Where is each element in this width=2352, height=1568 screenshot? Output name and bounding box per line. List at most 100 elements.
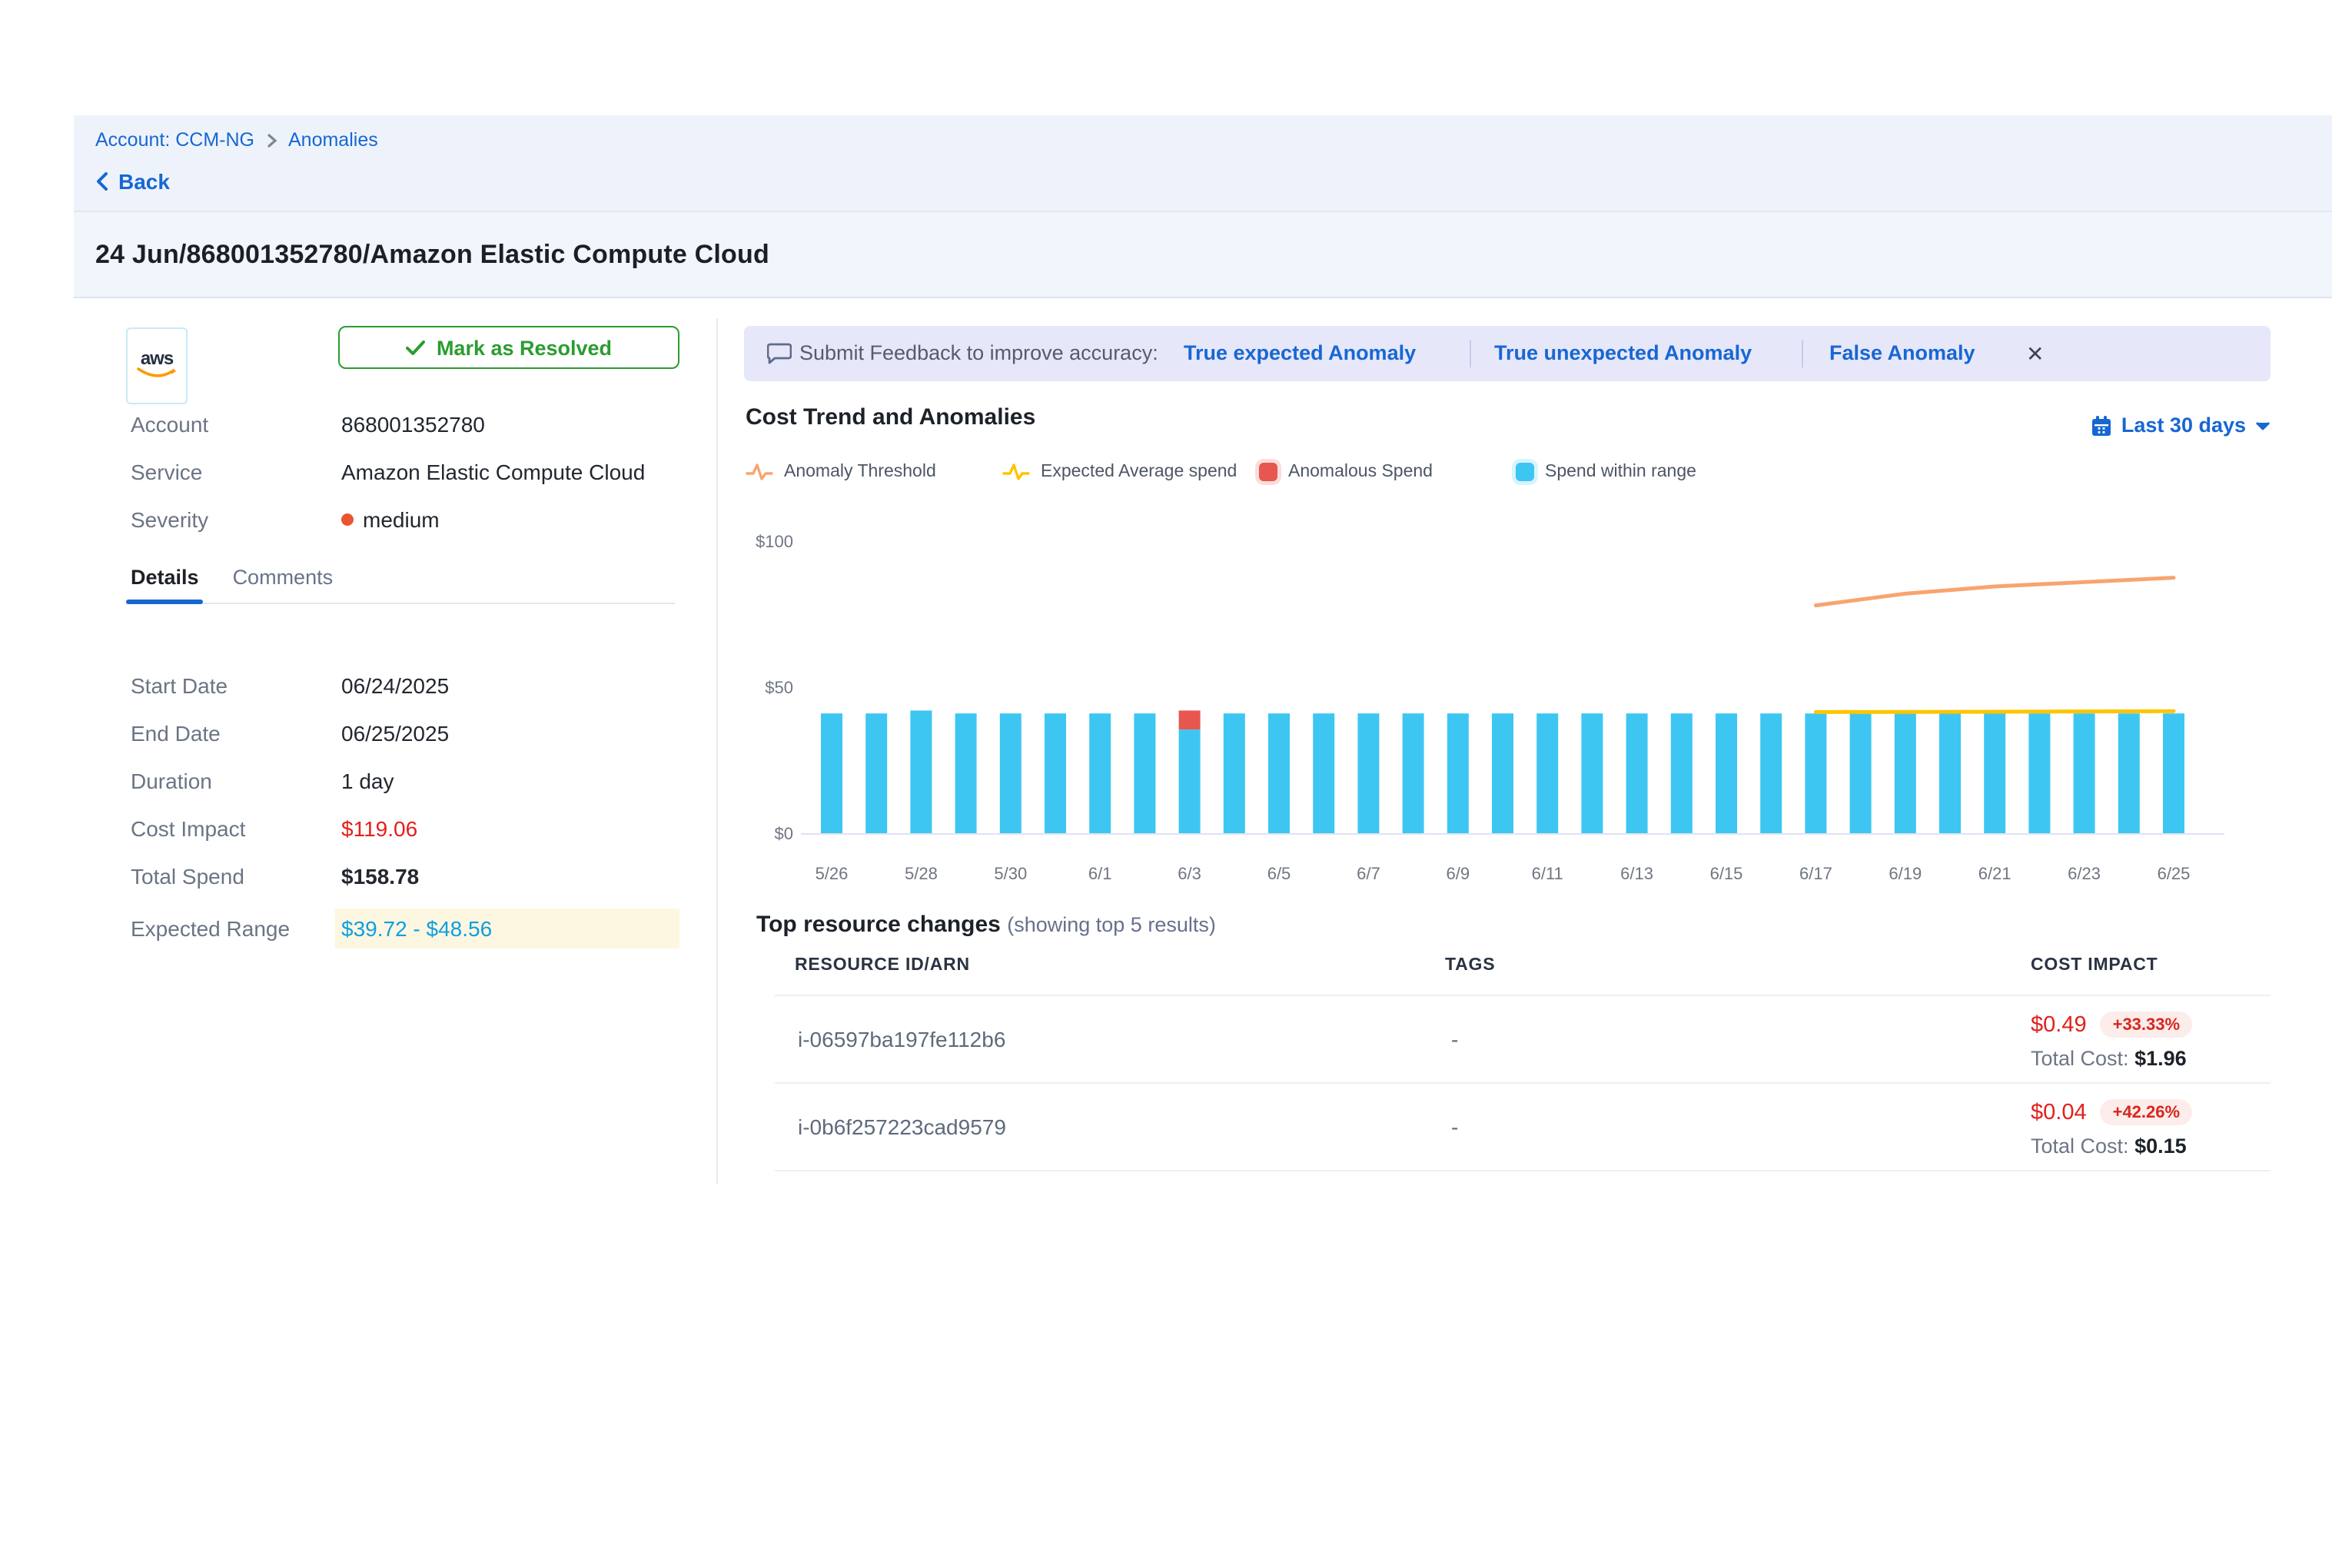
spend-bar bbox=[1000, 713, 1022, 833]
spend-bar bbox=[1403, 713, 1424, 833]
y-axis-tick: $0 bbox=[775, 824, 793, 843]
detail-label: Start Date bbox=[131, 673, 341, 698]
expected-average-spend-line bbox=[1815, 711, 2174, 712]
resource-id: i-0b6f257223cad9579 bbox=[798, 1115, 1006, 1139]
detail-label: Cost Impact bbox=[131, 816, 341, 841]
y-axis-tick: $50 bbox=[765, 678, 793, 697]
legend-item: Anomalous Spend bbox=[1259, 463, 1516, 481]
x-axis-tick: 6/7 bbox=[1357, 864, 1380, 883]
tab-baseline bbox=[126, 603, 675, 604]
x-axis-tick: 6/23 bbox=[2068, 864, 2101, 883]
spend-bar bbox=[1581, 713, 1603, 833]
spend-bar bbox=[1805, 713, 1826, 833]
x-axis-tick: 6/11 bbox=[1532, 864, 1563, 883]
spend-bar bbox=[1179, 729, 1201, 833]
spend-within-range-swatch-icon bbox=[1516, 463, 1534, 481]
feedback-divider bbox=[1470, 340, 1471, 367]
spend-bar bbox=[1224, 713, 1245, 833]
resource-tags: - bbox=[1451, 1027, 1458, 1051]
detail-value: 06/24/2025 bbox=[341, 673, 679, 698]
spend-bar bbox=[2118, 713, 2140, 833]
x-axis-tick: 6/21 bbox=[1978, 864, 2011, 883]
x-axis-tick: 5/26 bbox=[816, 864, 849, 883]
severity-value: medium bbox=[341, 507, 679, 532]
severity-dot-icon bbox=[341, 513, 354, 526]
date-range-label: Last 30 days bbox=[2121, 414, 2246, 437]
legend-item: Expected Average spend bbox=[1002, 461, 1259, 483]
resources-title: Top resource changes bbox=[756, 912, 1001, 938]
detail-row: Duration 1 day bbox=[131, 766, 679, 796]
x-axis-tick: 6/13 bbox=[1620, 864, 1653, 883]
spend-bar bbox=[1939, 713, 1961, 833]
legend-label: Anomaly Threshold bbox=[784, 463, 936, 481]
panel-divider bbox=[716, 318, 718, 1184]
resource-total-cost: Total Cost: $0.15 bbox=[2031, 1134, 2187, 1158]
column-cost-impact: COST IMPACT bbox=[2031, 956, 2158, 975]
spend-bar bbox=[955, 713, 977, 833]
spend-bar bbox=[910, 710, 932, 833]
summary-row: Severitymedium bbox=[131, 504, 679, 535]
summary-value: 868001352780 bbox=[341, 412, 679, 437]
spend-bar bbox=[1089, 713, 1111, 833]
x-axis-tick: 6/3 bbox=[1178, 864, 1201, 883]
calendar-icon bbox=[2091, 414, 2112, 436]
cost-impact-value: $0.49 bbox=[2031, 1012, 2087, 1037]
spend-bar bbox=[1357, 713, 1379, 833]
tab-bar: Details Comments bbox=[131, 566, 333, 589]
tab-comments[interactable]: Comments bbox=[233, 566, 334, 589]
cost-impact-percent-badge: +33.33% bbox=[2101, 1012, 2192, 1038]
tab-details[interactable]: Details bbox=[131, 566, 199, 589]
detail-row: Total Spend $158.78 bbox=[131, 861, 679, 892]
spend-bar bbox=[1447, 713, 1469, 833]
breadcrumb-anomalies-link[interactable]: Anomalies bbox=[288, 129, 378, 151]
title-bar: 24 Jun/868001352780/Amazon Elastic Compu… bbox=[74, 212, 2332, 298]
x-axis-tick: 6/9 bbox=[1447, 864, 1470, 883]
chart-legend: Anomaly Threshold Expected Average spendA… bbox=[746, 460, 1772, 484]
x-axis-tick: 6/25 bbox=[2158, 864, 2191, 883]
summary-value: Amazon Elastic Compute Cloud bbox=[341, 460, 679, 484]
feedback-false-anomaly-button[interactable]: False Anomaly bbox=[1829, 326, 1975, 381]
cost-impact-percent-badge: +42.26% bbox=[2101, 1099, 2192, 1125]
detail-row: Start Date 06/24/2025 bbox=[131, 670, 679, 701]
anomaly-details-page: Account: CCM-NG Anomalies Back 24 Jun/86… bbox=[0, 0, 2352, 1568]
mark-as-resolved-button[interactable]: Mark as Resolved bbox=[338, 326, 679, 369]
spend-bar bbox=[1626, 713, 1648, 833]
back-button[interactable]: Back bbox=[95, 169, 170, 194]
x-axis-tick: 5/30 bbox=[994, 864, 1027, 883]
spend-bar bbox=[2074, 713, 2095, 833]
feedback-true-unexpected-button[interactable]: True unexpected Anomaly bbox=[1494, 326, 1752, 381]
detail-label: Expected Range bbox=[131, 916, 341, 941]
legend-item: Spend within range bbox=[1516, 463, 1772, 481]
comment-icon bbox=[767, 343, 792, 364]
legend-label: Spend within range bbox=[1545, 463, 1696, 481]
feedback-true-expected-button[interactable]: True expected Anomaly bbox=[1184, 326, 1416, 381]
active-tab-indicator bbox=[126, 600, 203, 604]
spend-bar bbox=[1492, 713, 1513, 833]
close-icon[interactable]: ✕ bbox=[2026, 326, 2044, 381]
anomalous-spend-bar-segment bbox=[1179, 710, 1201, 729]
page-title: 24 Jun/868001352780/Amazon Elastic Compu… bbox=[95, 239, 769, 270]
resource-cost-impact: $0.04 +42.26% bbox=[2031, 1099, 2192, 1125]
spend-bar bbox=[1716, 713, 1737, 833]
legend-item: Anomaly Threshold bbox=[746, 461, 1002, 483]
anomaly-threshold-line bbox=[1815, 578, 2174, 606]
detail-row: End Date 06/25/2025 bbox=[131, 718, 679, 749]
anomaly-threshold-line-icon bbox=[746, 461, 773, 483]
date-range-picker[interactable]: Last 30 days bbox=[2091, 414, 2271, 437]
resource-total-cost: Total Cost: $1.96 bbox=[2031, 1047, 2187, 1070]
spend-bar bbox=[1671, 713, 1693, 833]
resources-table-body: i-06597ba197fe112b6 - $0.49 +33.33% Tota… bbox=[775, 995, 2271, 1171]
x-axis-tick: 6/15 bbox=[1710, 864, 1743, 883]
spend-bar bbox=[865, 713, 887, 833]
cost-impact-value: $0.04 bbox=[2031, 1100, 2087, 1125]
chevron-right-icon bbox=[265, 133, 277, 147]
chart-title: Cost Trend and Anomalies bbox=[746, 404, 1035, 430]
detail-value: 06/25/2025 bbox=[341, 721, 679, 746]
chevron-left-icon bbox=[95, 172, 109, 191]
check-icon bbox=[406, 339, 426, 356]
breadcrumb-account-link[interactable]: Account: CCM-NG bbox=[95, 129, 254, 151]
x-axis-tick: 6/1 bbox=[1088, 864, 1112, 883]
aws-logo-text: aws bbox=[141, 350, 173, 367]
detail-label: Total Spend bbox=[131, 864, 341, 889]
resource-row: i-0b6f257223cad9579 - $0.04 +42.26% Tota… bbox=[775, 1082, 2271, 1171]
